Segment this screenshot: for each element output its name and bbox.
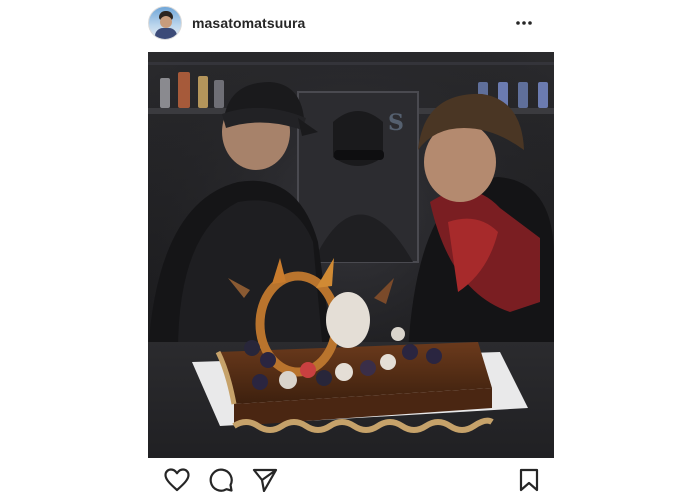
post-photo[interactable]: S bbox=[148, 52, 554, 458]
avatar[interactable] bbox=[148, 6, 182, 40]
post-header: masatomatsuura bbox=[148, 2, 554, 44]
comment-button[interactable] bbox=[206, 465, 236, 495]
bookmark-icon bbox=[519, 468, 539, 492]
username[interactable]: masatomatsuura bbox=[192, 15, 305, 31]
avatar-face bbox=[160, 16, 172, 28]
more-horizontal-icon bbox=[516, 21, 532, 25]
instagram-post: masatomatsuura S bbox=[0, 0, 700, 500]
comment-icon bbox=[209, 468, 233, 492]
avatar-body bbox=[155, 28, 177, 39]
like-button[interactable] bbox=[162, 465, 192, 495]
svg-text:S: S bbox=[388, 110, 404, 136]
paper-plane-icon bbox=[252, 468, 278, 492]
post-actions bbox=[148, 462, 554, 498]
more-options-button[interactable] bbox=[512, 13, 536, 33]
save-button[interactable] bbox=[514, 465, 544, 495]
share-button[interactable] bbox=[250, 465, 280, 495]
photo-image: S bbox=[148, 52, 554, 458]
heart-icon bbox=[164, 468, 190, 492]
